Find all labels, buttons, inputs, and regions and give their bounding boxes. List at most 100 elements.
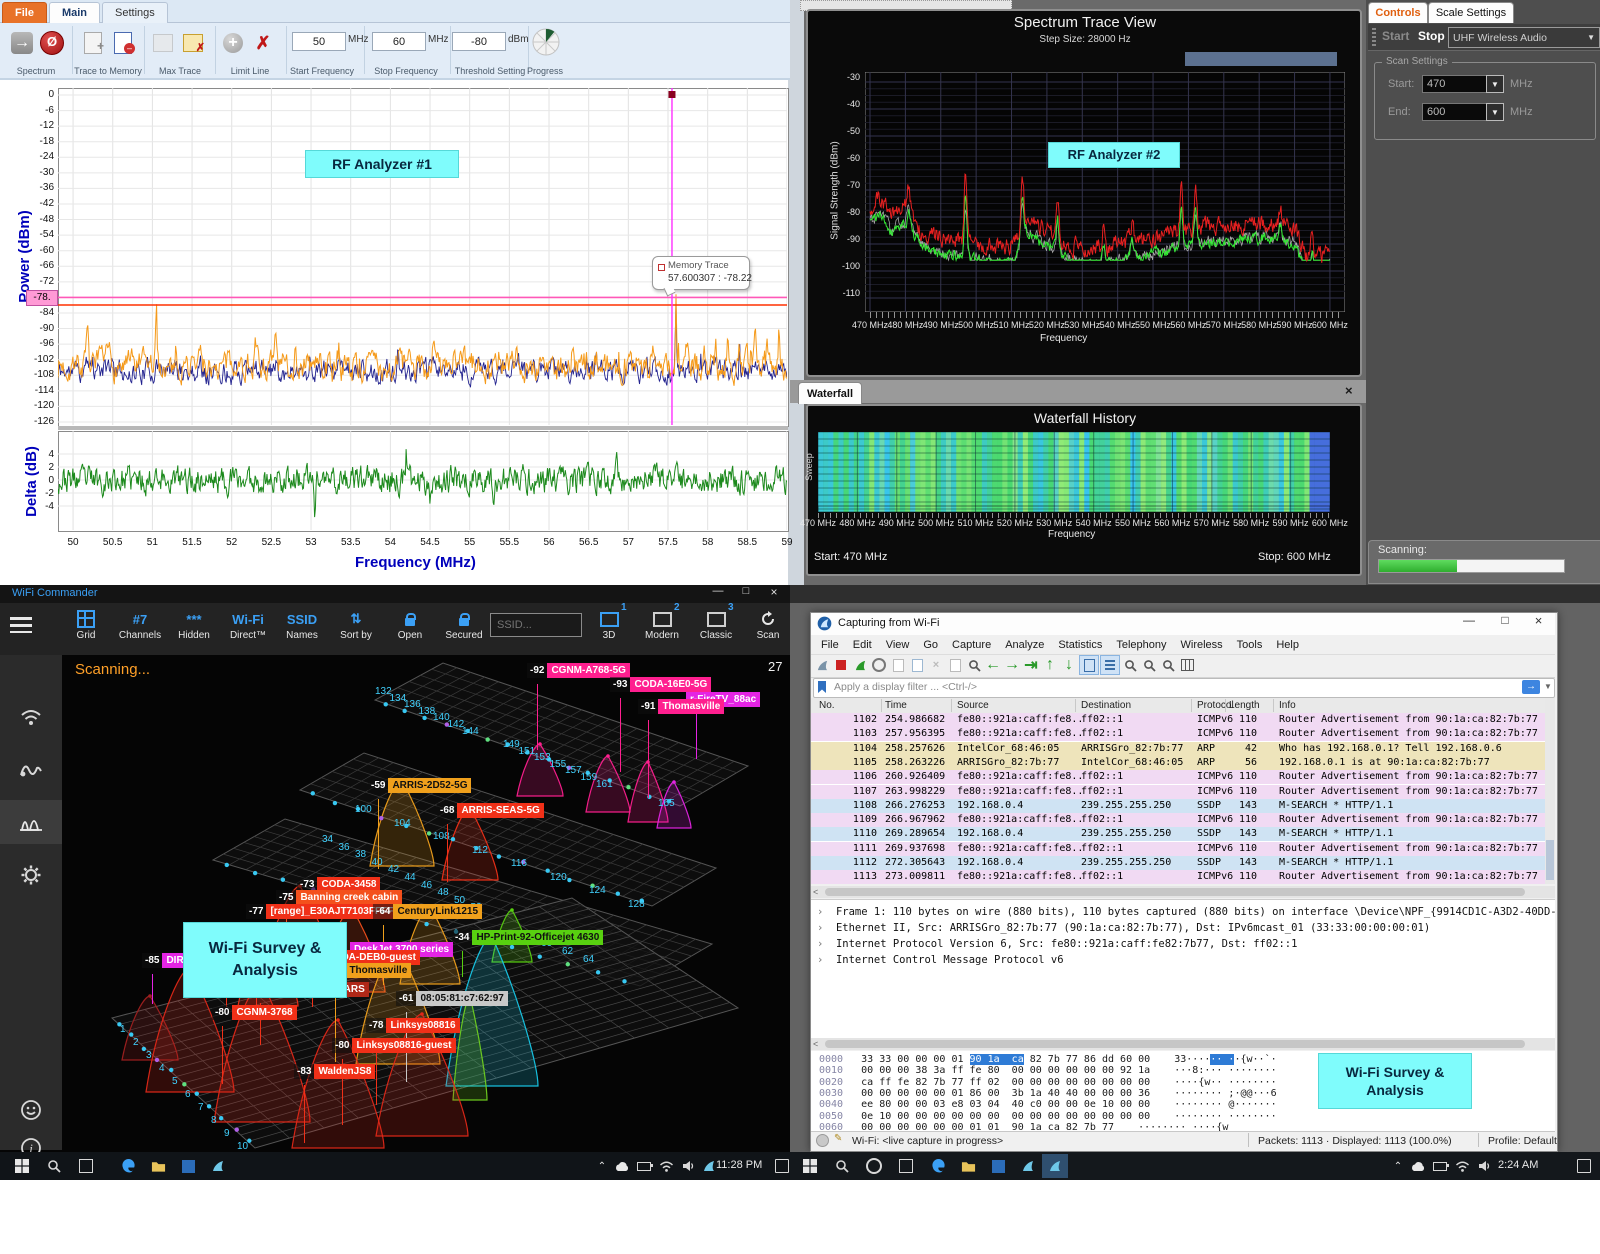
- zoom-in-icon[interactable]: [1121, 656, 1139, 674]
- network-icon[interactable]: [1450, 1154, 1474, 1178]
- table-row[interactable]: 1111269.937698fe80::921a:caff:fe8..ff02:…: [811, 842, 1545, 856]
- edge-icon[interactable]: [116, 1154, 140, 1178]
- task-view-icon[interactable]: [74, 1154, 98, 1178]
- hex-row[interactable]: 0000 33 33 00 00 00 01 90 1a ca 82 7b 77…: [819, 1054, 1277, 1065]
- packet-list-header[interactable]: [811, 698, 1545, 714]
- capture-stop-icon[interactable]: [832, 656, 850, 674]
- resize-columns-icon[interactable]: [1178, 656, 1196, 674]
- scrollbar-thumb[interactable]: [825, 888, 1525, 896]
- capture-options-icon[interactable]: [870, 656, 888, 674]
- capture-restart-icon[interactable]: [851, 656, 869, 674]
- column-header-no[interactable]: No.: [819, 700, 835, 711]
- wireshark-icon[interactable]: [206, 1154, 230, 1178]
- capture-comment-icon[interactable]: ✎: [834, 1133, 842, 1144]
- hex-row[interactable]: 0060 00 00 00 00 00 00 01 01 90 1a ca 82…: [819, 1122, 1228, 1131]
- table-row[interactable]: 1104258.257626IntelCor_68:46:05ARRISGro_…: [811, 742, 1545, 756]
- onedrive-icon[interactable]: [610, 1154, 634, 1178]
- battery-icon[interactable]: [632, 1154, 656, 1178]
- filter-dropdown-caret[interactable]: ▼: [1544, 682, 1552, 691]
- photos-icon[interactable]: [176, 1154, 200, 1178]
- open-file-icon[interactable]: [889, 656, 907, 674]
- expert-info-icon[interactable]: [816, 1134, 829, 1147]
- table-row[interactable]: 1112272.305643192.168.0.4239.255.255.250…: [811, 856, 1545, 870]
- menu-analyze[interactable]: Analyze: [998, 637, 1051, 653]
- menu-view[interactable]: View: [879, 637, 917, 653]
- photos-icon[interactable]: [986, 1154, 1010, 1178]
- notification-icon[interactable]: [1572, 1154, 1596, 1178]
- column-divider[interactable]: [1075, 699, 1076, 712]
- table-row[interactable]: 1106260.926409fe80::921a:caff:fe8..ff02:…: [811, 770, 1545, 784]
- expander-icon[interactable]: ›: [817, 954, 836, 966]
- file-explorer-icon[interactable]: [146, 1154, 170, 1178]
- table-row[interactable]: 1102254.986682fe80::921a:caff:fe8..ff02:…: [811, 713, 1545, 727]
- column-divider[interactable]: [1273, 699, 1274, 712]
- hex-row[interactable]: 0010 00 00 00 38 3a ff fe 80 00 00 00 00…: [819, 1065, 1277, 1076]
- expander-icon[interactable]: ›: [817, 922, 836, 934]
- network-icon[interactable]: [654, 1154, 678, 1178]
- go-top-icon[interactable]: ↑: [1041, 656, 1059, 674]
- maximize-icon[interactable]: □: [1488, 613, 1522, 635]
- packet-details-pane[interactable]: › Frame 1: 110 bytes on wire (880 bits),…: [811, 899, 1555, 1038]
- table-row[interactable]: 1113273.009811fe80::921a:caff:fe8..ff02:…: [811, 870, 1545, 884]
- menu-telephony[interactable]: Telephony: [1109, 637, 1173, 653]
- zoom-100-icon[interactable]: [1159, 656, 1177, 674]
- wireshark-tray-icon[interactable]: [697, 1154, 721, 1178]
- go-forward-icon[interactable]: →: [1003, 656, 1021, 674]
- go-to-icon[interactable]: ⇥: [1022, 656, 1040, 674]
- search-icon[interactable]: [42, 1154, 66, 1178]
- scrollbar-thumb[interactable]: [825, 1040, 1525, 1048]
- active-capture-app-icon[interactable]: [1042, 1154, 1068, 1178]
- menu-help[interactable]: Help: [1269, 637, 1306, 653]
- capture-start-icon[interactable]: [813, 656, 831, 674]
- column-header-time[interactable]: Time: [885, 700, 907, 711]
- packet-detail-line[interactable]: › Ethernet II, Src: ARRISGro_82:7b:77 (9…: [817, 922, 1430, 934]
- ws-hscrollbar-2[interactable]: <: [811, 1038, 1555, 1050]
- menu-statistics[interactable]: Statistics: [1051, 637, 1109, 653]
- expander-icon[interactable]: ›: [817, 906, 836, 918]
- packet-detail-line[interactable]: › Internet Control Message Protocol v6: [817, 954, 1064, 966]
- expander-icon[interactable]: ›: [817, 938, 836, 950]
- battery-icon[interactable]: [1428, 1154, 1452, 1178]
- menu-go[interactable]: Go: [916, 637, 945, 653]
- close-icon[interactable]: ×: [1522, 613, 1555, 635]
- column-header-info[interactable]: Info: [1279, 700, 1296, 711]
- hex-row[interactable]: 0020 ca ff fe 82 7b 77 ff 02 00 00 00 00…: [819, 1077, 1277, 1088]
- task-view-icon[interactable]: [894, 1154, 918, 1178]
- column-divider[interactable]: [1225, 699, 1226, 712]
- edge-icon[interactable]: [926, 1154, 950, 1178]
- table-row[interactable]: 1105258.263226ARRISGro_82:7b:77IntelCor_…: [811, 756, 1545, 770]
- volume-icon[interactable]: [1472, 1154, 1496, 1178]
- scroll-left-arrow[interactable]: <: [813, 887, 818, 897]
- start-button[interactable]: [798, 1154, 822, 1178]
- table-row[interactable]: 1108266.276253192.168.0.4239.255.255.250…: [811, 799, 1545, 813]
- column-divider[interactable]: [1191, 699, 1192, 712]
- menu-edit[interactable]: Edit: [846, 637, 879, 653]
- table-row[interactable]: 1107263.998229fe80::921a:caff:fe8..ff02:…: [811, 785, 1545, 799]
- menu-capture[interactable]: Capture: [945, 637, 998, 653]
- taskbar-right-clock[interactable]: 2:24 AM: [1498, 1159, 1538, 1171]
- search-icon[interactable]: [830, 1154, 854, 1178]
- go-back-icon[interactable]: ←: [984, 656, 1002, 674]
- column-header-length[interactable]: Length: [1229, 700, 1260, 711]
- menu-file[interactable]: File: [814, 637, 846, 653]
- table-row[interactable]: 1109266.967962fe80::921a:caff:fe8..ff02:…: [811, 813, 1545, 827]
- hex-row[interactable]: 0050 0e 10 00 00 00 00 00 00 00 00 00 00…: [819, 1111, 1277, 1122]
- table-row[interactable]: 1110269.289654192.168.0.4239.255.255.250…: [811, 827, 1545, 841]
- menu-wireless[interactable]: Wireless: [1174, 637, 1230, 653]
- scroll-left-arrow[interactable]: <: [813, 1039, 818, 1049]
- taskbar-left-clock[interactable]: 11:28 PM: [716, 1159, 762, 1171]
- column-header-destination[interactable]: Destination: [1081, 700, 1131, 711]
- column-divider[interactable]: [881, 699, 882, 712]
- column-header-source[interactable]: Source: [957, 700, 989, 711]
- packet-detail-line[interactable]: › Frame 1: 110 bytes on wire (880 bits),…: [817, 906, 1555, 918]
- menu-tools[interactable]: Tools: [1230, 637, 1270, 653]
- reload-icon[interactable]: [946, 656, 964, 674]
- packet-list-scrollbar[interactable]: [1545, 698, 1555, 884]
- auto-scroll-icon[interactable]: [1079, 655, 1099, 675]
- display-filter-input[interactable]: Apply a display filter ... <Ctrl-/>: [834, 681, 977, 693]
- scrollbar-thumb[interactable]: [1546, 840, 1554, 880]
- find-packet-icon[interactable]: [965, 656, 983, 674]
- hex-row[interactable]: 0030 00 00 00 00 00 01 86 00 3b 1a 40 40…: [819, 1088, 1277, 1099]
- onedrive-icon[interactable]: [1406, 1154, 1430, 1178]
- bookmark-icon[interactable]: [816, 680, 828, 694]
